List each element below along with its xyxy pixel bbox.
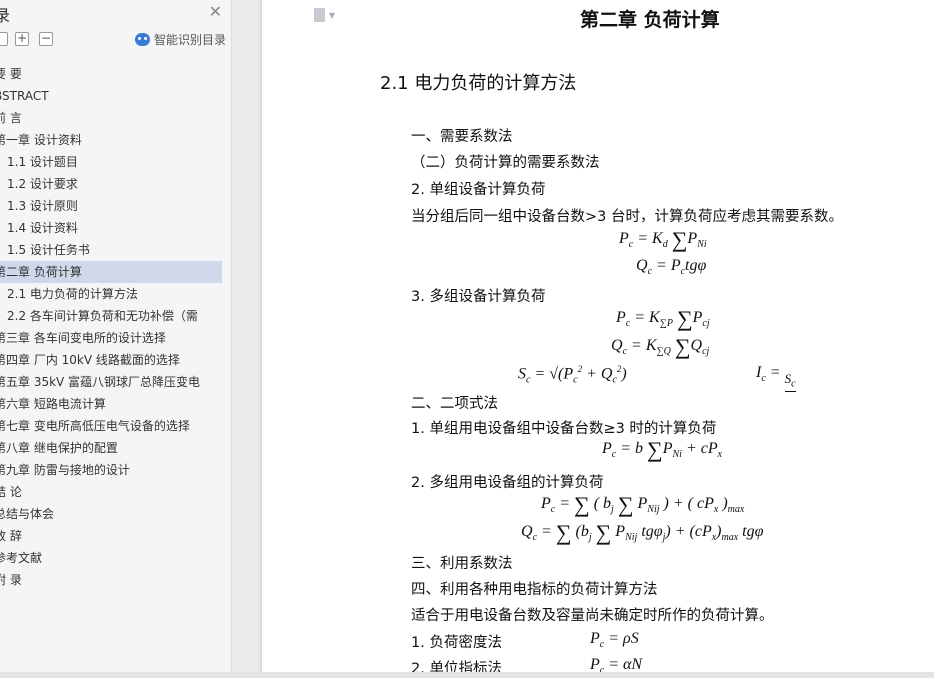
section-title: 2.1 电力负荷的计算方法 [380, 73, 577, 94]
item-load-density: 1. 负荷密度法 [411, 635, 502, 651]
toc-item[interactable]: 第一章 设计资料 [0, 129, 232, 151]
toc-item[interactable]: 1.2 设计要求 [0, 173, 232, 195]
formula-pc-binomial-multi: Pc = ∑ ( bj ∑ PNij ) + ( cPx )max [541, 492, 745, 517]
toc-list: 要 要BSTRACT前 言第一章 设计资料1.1 设计题目1.2 设计要求1.3… [0, 63, 232, 591]
toc-item[interactable]: 1.4 设计资料 [0, 217, 232, 239]
document-viewer: 录 ✕ + − 智能识别目录 要 要BSTRACT前 言第一章 设计资料1.1 … [0, 0, 934, 678]
toc-item[interactable]: 第七章 变电所高低压电气设备的选择 [0, 415, 232, 437]
toc-item[interactable]: 参考文献 [0, 547, 232, 569]
formula-pc-binomial: Pc = b ∑PNi + cPx [602, 437, 723, 462]
heading-demand-factor: 一、需要系数法 [411, 129, 513, 145]
smart-toc-button[interactable]: 智能识别目录 [134, 31, 226, 48]
expand-icon[interactable]: + [15, 32, 29, 46]
toc-item[interactable]: 第二章 负荷计算 [0, 261, 222, 283]
toc-item[interactable]: 1.3 设计原则 [0, 195, 232, 217]
horizontal-scrollbar[interactable] [0, 672, 934, 678]
toc-item[interactable]: 第六章 短路电流计算 [0, 393, 232, 415]
collapse-all-icon[interactable] [0, 32, 8, 46]
toc-item[interactable]: 2.2 各车间计算负荷和无功补偿（需 [0, 305, 232, 327]
toc-item[interactable]: 第五章 35kV 富蕴八钢球厂总降压变电 [0, 371, 232, 393]
smart-toc-label: 智能识别目录 [153, 33, 226, 47]
formula-pc-ksum: Pc = K∑P ∑Pcj [616, 306, 710, 331]
formula-ic: Ic = Sc [756, 364, 796, 392]
toc-title: 录 [0, 6, 11, 25]
toc-sidebar: 录 ✕ + − 智能识别目录 要 要BSTRACT前 言第一章 设计资料1.1 … [0, 0, 232, 678]
item-binomial-single: 1. 单组用电设备组中设备台数≥3 时的计算负荷 [411, 421, 717, 437]
toc-item[interactable]: 总结与体会 [0, 503, 232, 525]
formula-sc: Sc = √(Pc2 + Qc2) [518, 364, 627, 386]
subheading-demand-method: （二）负荷计算的需要系数法 [411, 155, 600, 171]
toc-item[interactable]: 前 言 [0, 107, 232, 129]
formula-pc-kd: Pc = Kd ∑PNi [619, 227, 707, 252]
toc-header: 录 ✕ [0, 0, 232, 26]
paragraph-single-group: 当分组后同一组中设备台数>3 台时，计算负荷应考虑其需要系数。 [411, 209, 843, 225]
collapse-icon[interactable]: − [39, 32, 53, 46]
item-binomial-multi: 2. 多组用电设备组的计算负荷 [411, 475, 604, 491]
heading-utilization: 三、利用系数法 [411, 556, 513, 572]
toc-item[interactable]: 第九章 防雷与接地的设计 [0, 459, 232, 481]
toc-item[interactable]: 2.1 电力负荷的计算方法 [0, 283, 232, 305]
toc-item[interactable]: 第八章 继电保护的配置 [0, 437, 232, 459]
formula-density: Pc = ρS [590, 630, 639, 651]
toc-item[interactable]: 1.1 设计题目 [0, 151, 232, 173]
toc-item[interactable]: 第四章 厂内 10kV 线路截面的选择 [0, 349, 232, 371]
item-single-group: 2. 单组设备计算负荷 [411, 182, 546, 198]
chapter-title: 第二章 负荷计算 [580, 9, 720, 31]
document-page: ▼ 第二章 负荷计算 2.1 电力负荷的计算方法 一、需要系数法 （二）负荷计算… [262, 0, 934, 678]
formula-qc-binomial-multi: Qc = ∑ (bj ∑ PNij tgφj) + (cPx)max tgφ [521, 520, 764, 545]
formula-qc-ksum: Qc = K∑Q ∑Qcj [611, 334, 710, 359]
panel-splitter[interactable] [232, 0, 262, 678]
heading-indicators: 四、利用各种用电指标的负荷计算方法 [411, 582, 658, 598]
toc-scrollbar[interactable] [223, 60, 231, 678]
toc-item[interactable]: 要 要 [0, 63, 232, 85]
paragraph-indicators: 适合于用电设备台数及容量尚未确定时所作的负荷计算。 [411, 608, 774, 624]
document-menu-icon[interactable]: ▼ [314, 8, 336, 22]
toc-toolbar: + − 智能识别目录 [0, 30, 232, 50]
robot-icon [134, 33, 150, 46]
toc-item[interactable]: BSTRACT [0, 85, 232, 107]
item-multi-group: 3. 多组设备计算负荷 [411, 289, 546, 305]
toc-item[interactable]: 附 录 [0, 569, 232, 591]
toc-item[interactable]: 1.5 设计任务书 [0, 239, 232, 261]
toc-item[interactable]: 第三章 各车间变电所的设计选择 [0, 327, 232, 349]
heading-binomial: 二、二项式法 [411, 396, 498, 412]
toc-item[interactable]: 致 辞 [0, 525, 232, 547]
formula-qc-pc: Qc = Pctgφ [636, 257, 707, 278]
close-icon[interactable]: ✕ [209, 2, 222, 21]
toc-item[interactable]: 结 论 [0, 481, 232, 503]
